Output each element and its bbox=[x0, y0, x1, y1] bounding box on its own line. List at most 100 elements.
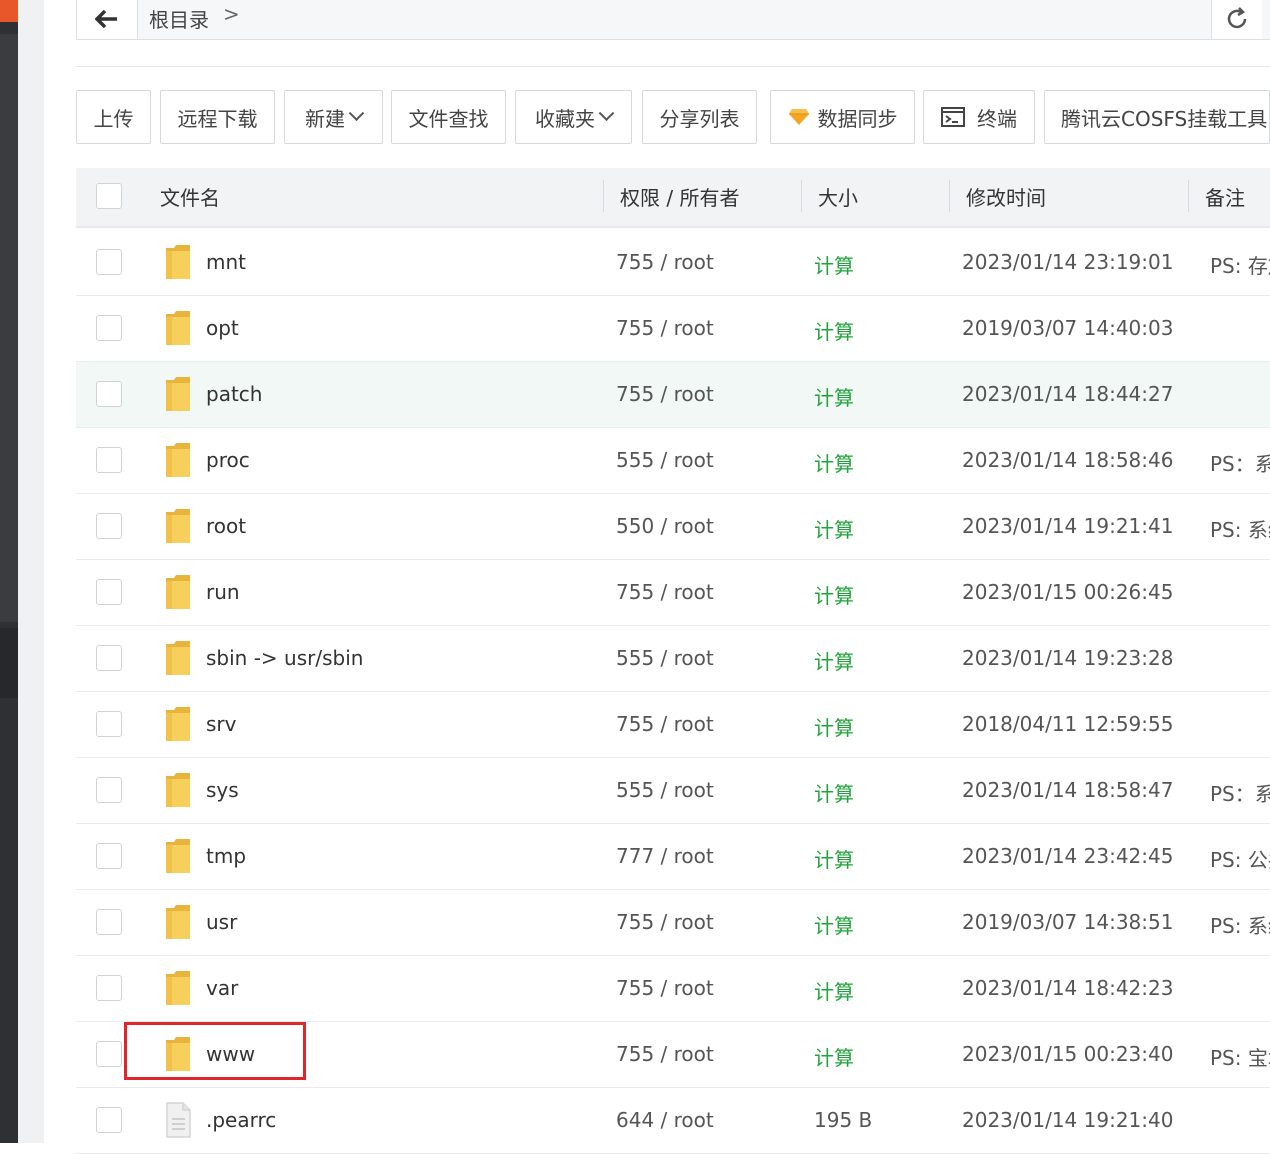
back-button[interactable] bbox=[77, 0, 138, 39]
row-checkbox[interactable] bbox=[96, 711, 122, 737]
file-name[interactable]: var bbox=[206, 976, 238, 1000]
file-note[interactable]: PS: 系统 bbox=[1210, 514, 1270, 543]
row-checkbox[interactable] bbox=[96, 315, 122, 341]
path-bar: 根目录 > bbox=[76, 0, 1270, 40]
row-checkbox[interactable] bbox=[96, 381, 122, 407]
row-checkbox[interactable] bbox=[96, 843, 122, 869]
calculate-size-link[interactable]: 计算 bbox=[814, 514, 854, 543]
table-row[interactable]: run 755 / root 计算 2023/01/15 00:26:45 bbox=[76, 560, 1270, 626]
file-permission[interactable]: 644 / root bbox=[616, 1108, 714, 1132]
select-all-checkbox[interactable] bbox=[96, 183, 122, 209]
row-checkbox[interactable] bbox=[96, 777, 122, 803]
file-note[interactable]: PS: 公共 bbox=[1210, 844, 1270, 873]
file-name[interactable]: sys bbox=[206, 778, 239, 802]
modified-time: 2023/01/14 19:23:28 bbox=[962, 646, 1174, 670]
table-row[interactable]: var 755 / root 计算 2023/01/14 18:42:23 bbox=[76, 956, 1270, 1022]
file-name[interactable]: opt bbox=[206, 316, 239, 340]
breadcrumb-root[interactable]: 根目录 bbox=[149, 4, 209, 33]
file-permission[interactable]: 555 / root bbox=[616, 646, 714, 670]
file-permission[interactable]: 755 / root bbox=[616, 382, 714, 406]
row-checkbox[interactable] bbox=[96, 579, 122, 605]
row-checkbox[interactable] bbox=[96, 1041, 122, 1067]
file-permission[interactable]: 777 / root bbox=[616, 844, 714, 868]
file-permission[interactable]: 755 / root bbox=[616, 580, 714, 604]
table-row[interactable]: root 550 / root 计算 2023/01/14 19:21:41 PS: 系… bbox=[76, 494, 1270, 560]
file-name[interactable]: .pearrc bbox=[206, 1108, 276, 1132]
row-checkbox[interactable] bbox=[96, 975, 122, 1001]
table-row[interactable]: sys 555 / root 计算 2023/01/14 18:58:47 PS：系 bbox=[76, 758, 1270, 824]
cosfs-mount-tool-button[interactable]: 腾讯云COSFS挂载工具 bbox=[1044, 90, 1270, 144]
terminal-button[interactable]: 终端 bbox=[923, 90, 1035, 144]
file-name[interactable]: proc bbox=[206, 448, 250, 472]
table-row[interactable]: mnt 755 / root 计算 2023/01/14 23:19:01 PS: 存放 bbox=[76, 230, 1270, 296]
column-divider bbox=[1188, 180, 1189, 212]
table-row[interactable]: proc 555 / root 计算 2023/01/14 18:58:46 PS：系 bbox=[76, 428, 1270, 494]
file-note[interactable]: PS: 系统 bbox=[1210, 910, 1270, 939]
table-row[interactable]: opt 755 / root 计算 2019/03/07 14:40:03 bbox=[76, 296, 1270, 362]
file-search-button[interactable]: 文件查找 bbox=[391, 90, 506, 144]
calculate-size-link[interactable]: 计算 bbox=[814, 844, 854, 873]
file-note[interactable]: PS：系 bbox=[1210, 778, 1270, 807]
file-permission[interactable]: 555 / root bbox=[616, 778, 714, 802]
file-note[interactable]: PS：系 bbox=[1210, 448, 1270, 477]
new-dropdown-button[interactable]: 新建 bbox=[284, 90, 383, 144]
share-list-button[interactable]: 分享列表 bbox=[642, 90, 757, 144]
row-checkbox[interactable] bbox=[96, 447, 122, 473]
calculate-size-link[interactable]: 计算 bbox=[814, 712, 854, 741]
file-name[interactable]: patch bbox=[206, 382, 262, 406]
calculate-size-link[interactable]: 计算 bbox=[814, 1042, 854, 1071]
calculate-size-link[interactable]: 计算 bbox=[814, 646, 854, 675]
header-size[interactable]: 大小 bbox=[818, 182, 858, 211]
upload-label: 上传 bbox=[93, 106, 134, 131]
calculate-size-link[interactable]: 计算 bbox=[814, 316, 854, 345]
table-row[interactable]: srv 755 / root 计算 2018/04/11 12:59:55 bbox=[76, 692, 1270, 758]
file-name[interactable]: usr bbox=[206, 910, 237, 934]
table-row[interactable]: tmp 777 / root 计算 2023/01/14 23:42:45 PS: 公共 bbox=[76, 824, 1270, 890]
file-note[interactable]: PS: 存放 bbox=[1210, 250, 1270, 279]
file-note[interactable]: PS: 宝塔 bbox=[1210, 1042, 1270, 1071]
calculate-size-link[interactable]: 计算 bbox=[814, 382, 854, 411]
file-permission[interactable]: 755 / root bbox=[616, 250, 714, 274]
table-row[interactable]: patch 755 / root 计算 2023/01/14 18:44:27 bbox=[76, 362, 1270, 428]
calculate-size-link[interactable]: 计算 bbox=[814, 976, 854, 1005]
refresh-button[interactable] bbox=[1211, 0, 1262, 39]
file-permission[interactable]: 755 / root bbox=[616, 316, 714, 340]
sidebar-menu[interactable] bbox=[0, 34, 18, 622]
calculate-size-link[interactable]: 计算 bbox=[814, 580, 854, 609]
file-name[interactable]: run bbox=[206, 580, 240, 604]
file-size: 195 B bbox=[814, 1108, 873, 1132]
file-name[interactable]: sbin -> usr/sbin bbox=[206, 646, 363, 670]
calculate-size-link[interactable]: 计算 bbox=[814, 448, 854, 477]
file-name[interactable]: tmp bbox=[206, 844, 246, 868]
file-permission[interactable]: 755 / root bbox=[616, 976, 714, 1000]
row-checkbox[interactable] bbox=[96, 645, 122, 671]
file-permission[interactable]: 755 / root bbox=[616, 1042, 714, 1066]
upload-button[interactable]: 上传 bbox=[76, 90, 151, 144]
sidebar-active-item[interactable] bbox=[0, 628, 18, 698]
file-permission[interactable]: 755 / root bbox=[616, 910, 714, 934]
table-row[interactable]: usr 755 / root 计算 2019/03/07 14:38:51 PS: 系统 bbox=[76, 890, 1270, 956]
file-permission[interactable]: 555 / root bbox=[616, 448, 714, 472]
header-modified[interactable]: 修改时间 bbox=[966, 182, 1046, 211]
calculate-size-link[interactable]: 计算 bbox=[814, 778, 854, 807]
header-permission[interactable]: 权限 / 所有者 bbox=[620, 182, 739, 211]
content-gutter bbox=[18, 0, 44, 1143]
data-sync-button[interactable]: 数据同步 bbox=[770, 90, 915, 144]
calculate-size-link[interactable]: 计算 bbox=[814, 250, 854, 279]
table-row[interactable]: sbin -> usr/sbin 555 / root 计算 2023/01/14 1… bbox=[76, 626, 1270, 692]
row-checkbox[interactable] bbox=[96, 909, 122, 935]
remote-download-button[interactable]: 远程下载 bbox=[160, 90, 275, 144]
table-row[interactable]: .pearrc 644 / root 195 B 2023/01/14 19:21:4… bbox=[76, 1088, 1270, 1154]
file-permission[interactable]: 755 / root bbox=[616, 712, 714, 736]
file-permission[interactable]: 550 / root bbox=[616, 514, 714, 538]
file-name[interactable]: root bbox=[206, 514, 246, 538]
file-name[interactable]: mnt bbox=[206, 250, 246, 274]
header-filename[interactable]: 文件名 bbox=[160, 182, 220, 211]
row-checkbox[interactable] bbox=[96, 1107, 122, 1133]
calculate-size-link[interactable]: 计算 bbox=[814, 910, 854, 939]
row-checkbox[interactable] bbox=[96, 513, 122, 539]
terminal-icon bbox=[941, 107, 965, 127]
row-checkbox[interactable] bbox=[96, 249, 122, 275]
favorites-dropdown-button[interactable]: 收藏夹 bbox=[515, 90, 632, 144]
file-name[interactable]: srv bbox=[206, 712, 236, 736]
